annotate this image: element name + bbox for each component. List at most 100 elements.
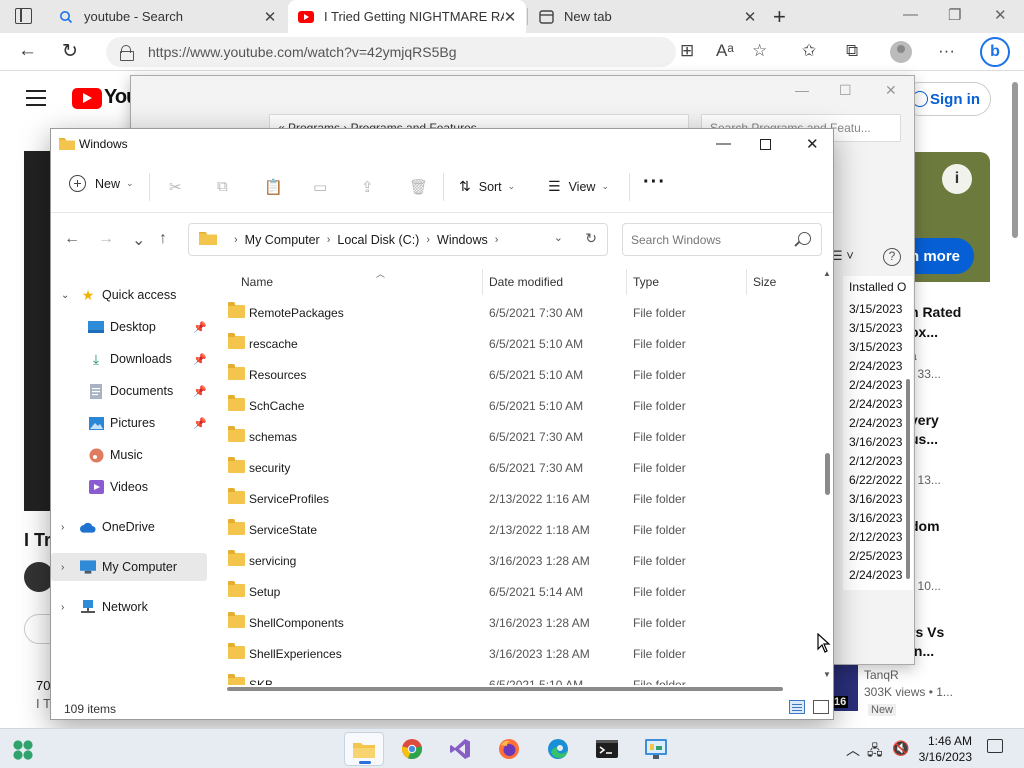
- file-row[interactable]: ShellExperiences 3/16/2023 1:28 AM File fo…: [221, 638, 821, 669]
- horizontal-scrollbar[interactable]: [227, 687, 783, 691]
- taskbar-file-explorer[interactable]: [344, 732, 384, 766]
- start-button[interactable]: [12, 739, 34, 764]
- view-button[interactable]: ☰ View ⌄: [548, 178, 609, 195]
- chevron-down-icon[interactable]: ⌄: [61, 290, 71, 301]
- tab-new-tab[interactable]: New tab ✕: [528, 0, 766, 33]
- recent-locations-icon[interactable]: ⌄: [132, 230, 145, 250]
- file-list-scrollbar[interactable]: ▲ ▼: [822, 269, 833, 679]
- taskbar-chrome[interactable]: [392, 732, 432, 766]
- info-icon[interactable]: i: [942, 164, 972, 194]
- sidebar-item-network[interactable]: › Network: [51, 593, 207, 621]
- scroll-up-icon[interactable]: ▲: [823, 269, 831, 278]
- taskbar-edge[interactable]: [538, 732, 578, 766]
- sidebar-item-quick-access[interactable]: ⌄ ★ Quick access: [51, 281, 207, 309]
- file-row[interactable]: SchCache 6/5/2021 5:10 AM File folder: [221, 390, 821, 421]
- close-icon[interactable]: ✕: [885, 82, 897, 99]
- close-tab-icon[interactable]: ✕: [742, 8, 758, 26]
- bing-icon[interactable]: b: [980, 37, 1010, 67]
- file-row[interactable]: Resources 6/5/2021 5:10 AM File folder: [221, 359, 821, 390]
- installed-date[interactable]: 3/16/2023: [849, 435, 902, 449]
- tab-youtube-search[interactable]: youtube - Search ✕: [48, 0, 286, 33]
- collections-icon[interactable]: ⧉: [846, 41, 858, 61]
- column-header-type[interactable]: Type: [625, 269, 745, 295]
- details-view-icon[interactable]: [789, 700, 805, 714]
- sort-button[interactable]: ⇅ Sort ⌄: [459, 178, 515, 195]
- help-icon[interactable]: ?: [883, 248, 901, 266]
- view-options-icon[interactable]: ☰ ˅: [831, 248, 854, 264]
- rename-icon[interactable]: ▭: [313, 178, 329, 196]
- column-header-date[interactable]: Date modified: [481, 269, 625, 295]
- refresh-icon[interactable]: ↻: [585, 230, 597, 247]
- installed-date[interactable]: 2/24/2023: [849, 397, 902, 411]
- sidebar-item-documents[interactable]: Documents 📌: [51, 377, 207, 405]
- youtube-logo-icon[interactable]: [72, 88, 102, 109]
- scrollbar-thumb[interactable]: [825, 453, 830, 495]
- recommend-title[interactable]: n Rated: [910, 304, 961, 320]
- paste-icon[interactable]: 📋: [264, 178, 283, 196]
- installed-date[interactable]: 2/12/2023: [849, 530, 902, 544]
- restore-icon[interactable]: ❐: [948, 6, 961, 24]
- minimize-icon[interactable]: —: [903, 6, 918, 23]
- taskbar-firefox[interactable]: [489, 732, 529, 766]
- file-row[interactable]: servicing 3/16/2023 1:28 AM File folder: [221, 545, 821, 576]
- hamburger-menu-icon[interactable]: [26, 90, 46, 106]
- installed-on-header[interactable]: Installed O: [849, 280, 906, 294]
- file-row[interactable]: schemas 6/5/2021 7:30 AM File folder: [221, 421, 821, 452]
- see-more-button[interactable]: ···: [643, 171, 666, 194]
- installed-date[interactable]: 2/12/2023: [849, 454, 902, 468]
- cut-icon[interactable]: ✂: [169, 178, 185, 196]
- sidebar-item-onedrive[interactable]: › OneDrive: [51, 513, 207, 541]
- installed-date[interactable]: 2/25/2023: [849, 549, 902, 563]
- chevron-right-icon[interactable]: ›: [61, 522, 71, 533]
- search-input[interactable]: Search Windows: [622, 223, 822, 256]
- file-row[interactable]: ShellComponents 3/16/2023 1:28 AM File fol…: [221, 607, 821, 638]
- maximize-icon[interactable]: ☐: [839, 82, 852, 99]
- installed-date[interactable]: 2/24/2023: [849, 568, 902, 582]
- sign-in-button[interactable]: Sign in: [903, 82, 991, 116]
- address-breadcrumb[interactable]: › My Computer › Local Disk (C:) › Window…: [188, 223, 608, 256]
- sidebar-item-pictures[interactable]: Pictures 📌: [51, 409, 207, 437]
- taskbar-control-panel[interactable]: [636, 732, 676, 766]
- refresh-button[interactable]: ↻: [62, 40, 78, 63]
- programs-scrollbar[interactable]: [906, 379, 910, 579]
- file-row[interactable]: SKB 6/5/2021 5:10 AM File folder: [221, 669, 821, 685]
- installed-date[interactable]: 3/16/2023: [849, 511, 902, 525]
- maximize-icon[interactable]: [760, 139, 771, 150]
- sidebar-item-desktop[interactable]: Desktop 📌: [51, 313, 207, 341]
- sidebar-item-videos[interactable]: Videos: [51, 473, 207, 501]
- chevron-right-icon[interactable]: ›: [61, 602, 71, 613]
- new-tab-button[interactable]: +: [773, 4, 786, 30]
- page-scrollbar[interactable]: [1012, 82, 1018, 238]
- show-hidden-icons-icon[interactable]: ︿: [846, 740, 860, 760]
- installed-date[interactable]: 6/22/2022: [849, 473, 902, 487]
- new-button[interactable]: New ⌄: [69, 175, 134, 192]
- minimize-icon[interactable]: —: [716, 135, 731, 152]
- close-icon[interactable]: ✕: [806, 135, 819, 153]
- profile-avatar[interactable]: [890, 41, 912, 63]
- volume-muted-icon[interactable]: 🔇: [892, 740, 909, 757]
- file-row[interactable]: security 6/5/2021 7:30 AM File folder: [221, 452, 821, 483]
- installed-date[interactable]: 3/16/2023: [849, 492, 902, 506]
- taskbar-visual-studio[interactable]: [440, 732, 480, 766]
- url-field[interactable]: https://www.youtube.com/watch?v=42ymjqRS…: [106, 37, 676, 67]
- file-row[interactable]: ServiceState 2/13/2022 1:18 AM File folder: [221, 514, 821, 545]
- file-row[interactable]: ServiceProfiles 2/13/2022 1:16 AM File fol…: [221, 483, 821, 514]
- chevron-down-icon[interactable]: ⌄: [554, 231, 563, 244]
- delete-icon[interactable]: 🗑: [409, 178, 428, 196]
- tiles-view-icon[interactable]: [813, 700, 829, 714]
- more-options-icon[interactable]: ···: [938, 41, 955, 61]
- breadcrumb-item[interactable]: Local Disk (C:): [337, 233, 419, 247]
- up-arrow-icon[interactable]: ↑: [159, 230, 167, 248]
- close-tab-icon[interactable]: ✕: [502, 8, 518, 26]
- sidebar-item-my-computer[interactable]: › My Computer: [51, 553, 207, 581]
- breadcrumb-item[interactable]: My Computer: [245, 233, 320, 247]
- app-available-icon[interactable]: ⊞: [680, 41, 694, 61]
- minimize-icon[interactable]: —: [795, 82, 809, 98]
- share-icon[interactable]: ⇪: [361, 178, 377, 196]
- file-row[interactable]: Setup 6/5/2021 5:14 AM File folder: [221, 576, 821, 607]
- taskbar-terminal[interactable]: [587, 732, 627, 766]
- breadcrumb-item[interactable]: Windows: [437, 233, 488, 247]
- installed-date[interactable]: 2/24/2023: [849, 378, 902, 392]
- chevron-right-icon[interactable]: ›: [61, 562, 71, 573]
- installed-date[interactable]: 3/15/2023: [849, 340, 902, 354]
